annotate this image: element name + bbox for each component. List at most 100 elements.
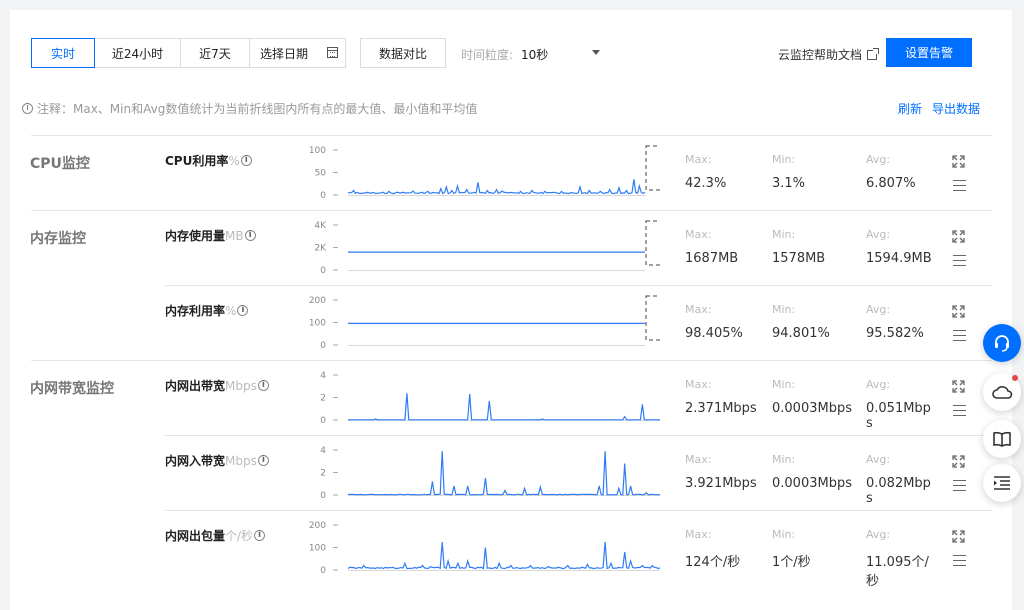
headset-icon <box>995 335 1009 352</box>
metric-chart[interactable]: 200 100 0 <box>300 295 660 359</box>
min-label: Min: <box>772 528 796 541</box>
y-tick-label: 4 <box>320 446 326 456</box>
divider <box>31 135 992 136</box>
y-tick-label: 0 <box>320 341 326 351</box>
y-tick-label: 4 <box>320 371 326 381</box>
series-line <box>347 179 646 195</box>
max-value: 3.921Mbps <box>685 476 757 491</box>
avg-label: Avg: <box>866 153 891 166</box>
customer-service-button[interactable] <box>983 324 1021 362</box>
y-tick-label: 100 <box>309 146 326 156</box>
y-tick-label: 4K <box>314 221 327 231</box>
metric-unit: Mbps <box>225 453 257 468</box>
note-text: i 注释：Max、Min和Avg数值统计为当前折线图内所有点的最大值、最小值和平… <box>22 100 477 117</box>
max-label: Max: <box>685 153 712 166</box>
avg-value: 95.582% <box>866 326 924 341</box>
divider <box>31 360 992 361</box>
y-tick-label: 0 <box>320 266 326 276</box>
series-line <box>348 393 660 421</box>
avg-label: Avg: <box>866 303 891 316</box>
date-picker-label: 选择日期 <box>260 46 309 61</box>
avg-label: Avg: <box>866 228 891 241</box>
fullscreen-icon[interactable] <box>952 380 965 393</box>
selection-marker[interactable] <box>645 220 660 266</box>
series-line <box>347 451 660 496</box>
min-value: 1个/秒 <box>772 555 811 570</box>
info-icon[interactable]: i <box>244 230 256 241</box>
group-title-memory: 内存监控 <box>30 231 86 247</box>
compare-button[interactable]: 数据对比 <box>360 38 446 68</box>
divider <box>165 510 992 511</box>
metric-unit: MB <box>225 228 244 243</box>
menu-icon[interactable] <box>953 405 966 416</box>
y-tick-label: 100 <box>309 544 326 554</box>
group-title-network: 内网带宽监控 <box>30 381 114 397</box>
min-value: 3.1% <box>772 176 806 191</box>
max-value: 2.371Mbps <box>685 401 757 416</box>
fullscreen-icon[interactable] <box>952 230 965 243</box>
info-icon[interactable]: i <box>254 530 266 541</box>
min-label: Min: <box>772 453 796 466</box>
avg-label: Avg: <box>866 528 891 541</box>
max-label: Max: <box>685 528 712 541</box>
metric-name: 内网出包量 个/秒 i <box>165 527 266 544</box>
tab-24h[interactable]: 近24小时 <box>94 38 181 68</box>
avg-value: 0.082Mbps <box>866 476 931 506</box>
docs-button[interactable] <box>983 420 1021 458</box>
help-doc-label: 云监控帮助文档 <box>778 48 863 62</box>
min-value: 0.0003Mbps <box>772 476 852 491</box>
fullscreen-icon[interactable] <box>952 455 965 468</box>
y-tick-label: 0 <box>320 566 326 576</box>
tab-realtime[interactable]: 实时 <box>31 38 95 68</box>
fullscreen-icon[interactable] <box>952 530 965 543</box>
tab-7d[interactable]: 近7天 <box>180 38 250 68</box>
chevron-down-icon[interactable] <box>592 50 600 55</box>
menu-icon[interactable] <box>953 330 966 341</box>
cloud-assistant-button[interactable] <box>983 373 1021 411</box>
selection-marker[interactable] <box>645 145 660 191</box>
menu-icon[interactable] <box>953 555 966 566</box>
max-value: 98.405% <box>685 326 743 341</box>
min-label: Min: <box>772 153 796 166</box>
metric-unit: Mbps <box>225 378 257 393</box>
info-icon[interactable]: i <box>240 155 252 166</box>
avg-value: 1594.9MB <box>866 251 932 266</box>
y-tick-label: 100 <box>309 319 326 329</box>
y-tick-label: 2K <box>314 244 327 254</box>
help-doc-link[interactable]: 云监控帮助文档 <box>778 46 880 63</box>
metric-chart[interactable]: 200 100 0 <box>300 520 660 584</box>
metric-title: CPU利用率 <box>165 154 229 168</box>
metric-title: 内存利用率 <box>165 304 226 318</box>
metric-chart[interactable]: 100 50 0 <box>300 145 660 209</box>
metric-chart[interactable]: 4 2 0 <box>300 445 660 509</box>
info-icon[interactable]: i <box>257 455 269 466</box>
list-toggle-button[interactable] <box>983 464 1021 502</box>
refresh-link[interactable]: 刷新 <box>898 100 922 117</box>
metric-unit: % <box>225 303 237 318</box>
max-label: Max: <box>685 378 712 391</box>
selection-marker[interactable] <box>645 295 660 341</box>
menu-icon[interactable] <box>953 255 966 266</box>
metric-chart[interactable]: 4 2 0 <box>300 370 660 434</box>
menu-icon[interactable] <box>953 180 966 191</box>
fullscreen-icon[interactable] <box>952 155 965 168</box>
y-tick-label: 200 <box>309 296 326 306</box>
granularity-select[interactable]: 10秒 <box>521 46 601 63</box>
max-label: Max: <box>685 303 712 316</box>
date-picker[interactable]: 选择日期 <box>249 38 346 68</box>
metric-chart[interactable]: 4K 2K 0 <box>300 220 660 284</box>
metric-title: 内存使用量 <box>165 229 226 243</box>
export-data-link[interactable]: 导出数据 <box>932 100 980 117</box>
y-tick-label: 0 <box>320 416 326 426</box>
menu-icon[interactable] <box>953 480 966 491</box>
max-label: Max: <box>685 453 712 466</box>
max-value: 42.3% <box>685 176 727 191</box>
info-icon[interactable]: i <box>257 380 269 391</box>
metric-name: 内存利用率% i <box>165 302 249 319</box>
divider <box>31 210 992 211</box>
set-alarm-button[interactable]: 设置告警 <box>886 38 972 67</box>
granularity-label: 时间粒度: <box>461 48 514 62</box>
info-icon[interactable]: i <box>237 305 249 316</box>
info-icon: i <box>22 103 33 114</box>
fullscreen-icon[interactable] <box>952 305 965 318</box>
